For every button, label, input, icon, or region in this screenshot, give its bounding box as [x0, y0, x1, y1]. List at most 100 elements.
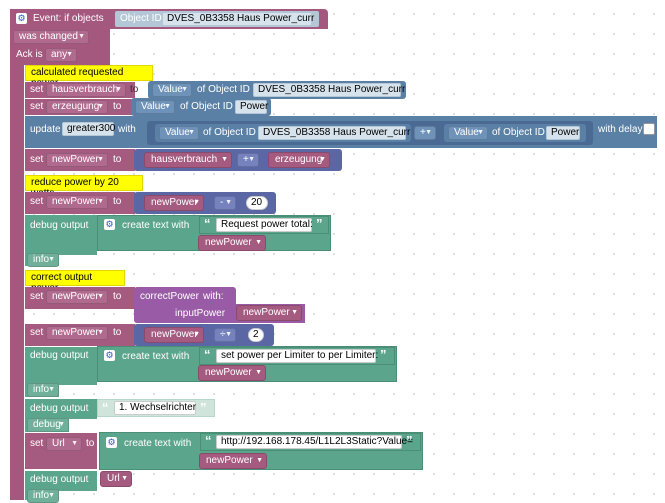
chevron-down-icon: ▼: [97, 329, 104, 336]
log-level-dropdown[interactable]: debug ▼: [27, 418, 69, 432]
variable-pill[interactable]: erzeugung ▼: [268, 152, 330, 168]
gear-icon[interactable]: ⚙: [16, 13, 27, 24]
value-dropdown[interactable]: Value ▼: [159, 126, 199, 140]
variable-pill[interactable]: newPower ▼: [199, 453, 267, 469]
variable-pill[interactable]: Url ▼: [100, 471, 132, 487]
update-label: update: [30, 124, 61, 135]
variable-pill[interactable]: newPower ▼: [144, 327, 204, 343]
gear-icon[interactable]: ⚙: [104, 219, 115, 230]
var-dropdown[interactable]: Url ▼: [46, 437, 82, 451]
with-delay-checkbox[interactable]: [643, 123, 655, 135]
to-label: to: [113, 154, 122, 165]
open-quote-icon: “: [205, 433, 212, 448]
create-text-label: create text with: [122, 220, 190, 231]
object-id-field[interactable]: Power: [546, 126, 580, 140]
debug-output-label: debug output: [30, 474, 89, 485]
set-label: set: [30, 438, 44, 449]
text-field[interactable]: set power per Limiter to per Limiter:: [216, 349, 378, 363]
chevron-down-icon: ▼: [319, 156, 326, 163]
chevron-down-icon: ▼: [188, 129, 195, 136]
plus-operator[interactable]: + ▼: [414, 126, 436, 140]
open-quote-icon: “: [102, 400, 109, 415]
to-label: to: [113, 327, 122, 338]
update-var-field[interactable]: greater300: [62, 122, 115, 136]
variable-pill[interactable]: newPower ▼: [198, 365, 266, 381]
chevron-down-icon: ▼: [48, 256, 55, 263]
text-field[interactable]: 1. Wechselrichter: [114, 401, 196, 415]
var-name: Url: [107, 473, 120, 484]
of-object-id-label: of Object ID: [492, 127, 545, 138]
variable-pill[interactable]: hausverbrauch ▼: [144, 152, 232, 168]
of-object-id-label: of Object ID: [180, 101, 233, 112]
chevron-down-icon: ▼: [193, 331, 200, 338]
var-name: hausverbrauch: [52, 84, 119, 95]
chevron-down-icon: ▼: [97, 156, 104, 163]
variable-pill[interactable]: newPower ▼: [236, 305, 302, 321]
var-dropdown[interactable]: newPower ▼: [46, 290, 108, 304]
chevron-down-icon: ▼: [225, 331, 232, 338]
number-field[interactable]: 20: [246, 196, 268, 210]
chevron-down-icon: ▼: [121, 475, 128, 482]
var-name: newPower: [151, 197, 198, 208]
set-label: set: [30, 196, 44, 207]
comment-block[interactable]: reduce power by 20 watts: [25, 175, 143, 199]
var-name: newPower: [206, 455, 253, 466]
object-id-field[interactable]: DVES_0B3358 Haus Power_curr: [253, 83, 405, 97]
var-name: erzeugung: [52, 101, 100, 112]
log-level-dropdown[interactable]: info ▼: [27, 253, 59, 267]
comment-block[interactable]: correct output power: [25, 270, 125, 294]
text-field[interactable]: Request power total:: [216, 218, 313, 232]
object-id-field[interactable]: DVES_0B3358 Haus Power_curr: [258, 126, 410, 140]
event-title: Event: if objects: [33, 13, 104, 24]
log-level-dropdown[interactable]: info ▼: [27, 383, 59, 397]
var-name: newPower: [52, 196, 99, 207]
procedure-param-label: inputPower: [175, 308, 226, 319]
log-level-dropdown[interactable]: info ▼: [27, 489, 59, 503]
chevron-down-icon: ▼: [97, 103, 104, 110]
value-dropdown[interactable]: Value ▼: [448, 126, 488, 140]
var-dropdown[interactable]: newPower ▼: [46, 326, 108, 340]
value-label: Value: [141, 101, 166, 112]
gear-icon[interactable]: ⚙: [106, 437, 117, 448]
var-dropdown[interactable]: newPower ▼: [46, 153, 108, 167]
chevron-down-icon: ▼: [425, 129, 432, 136]
divide-operator[interactable]: ÷ ▼: [214, 328, 236, 342]
var-dropdown[interactable]: hausverbrauch ▼: [46, 83, 126, 97]
plus-operator[interactable]: + ▼: [237, 153, 259, 167]
var-name: newPower: [243, 307, 290, 318]
chevron-down-icon: ▼: [115, 86, 122, 93]
chevron-down-icon: ▼: [193, 199, 200, 206]
number-field[interactable]: 2: [248, 328, 264, 342]
event-body-spine: [10, 62, 24, 500]
object-id-field[interactable]: DVES_0B3358 Haus Power_curr: [162, 12, 314, 26]
comment-block[interactable]: calculated requested power: [25, 65, 153, 89]
chevron-down-icon: ▼: [225, 199, 232, 206]
condition-dropdown[interactable]: was changed ▼: [13, 30, 89, 44]
set-label: set: [30, 291, 44, 302]
var-dropdown[interactable]: newPower ▼: [46, 195, 108, 209]
ack-value: any: [51, 49, 68, 60]
minus-operator[interactable]: - ▼: [214, 196, 236, 210]
gear-icon[interactable]: ⚙: [104, 350, 115, 361]
create-text-label: create text with: [124, 438, 192, 449]
create-text-label: create text with: [122, 351, 190, 362]
var-name: newPower: [205, 367, 252, 378]
variable-pill[interactable]: newPower ▼: [144, 195, 204, 211]
chevron-down-icon: ▼: [477, 129, 484, 136]
var-dropdown[interactable]: erzeugung ▼: [46, 100, 108, 114]
chevron-down-icon: ▼: [255, 239, 262, 246]
condition-value: was changed: [19, 31, 78, 42]
open-quote-icon: “: [204, 347, 211, 362]
variable-pill[interactable]: newPower ▼: [198, 235, 266, 251]
value-dropdown[interactable]: Value ▼: [152, 83, 192, 97]
text-field[interactable]: http://192.168.178.45/L1L2L3Static?Value…: [216, 435, 413, 449]
set-label: set: [30, 154, 44, 165]
debug-output-label: debug output: [30, 403, 89, 414]
value-dropdown[interactable]: Value ▼: [135, 100, 175, 114]
close-quote-icon: ”: [380, 347, 387, 362]
set-label: set: [30, 84, 44, 95]
var-name: hausverbrauch: [151, 154, 218, 165]
object-id-field[interactable]: Power: [235, 100, 268, 114]
ack-dropdown[interactable]: any ▼: [45, 48, 77, 62]
log-level-value: info: [33, 254, 50, 265]
